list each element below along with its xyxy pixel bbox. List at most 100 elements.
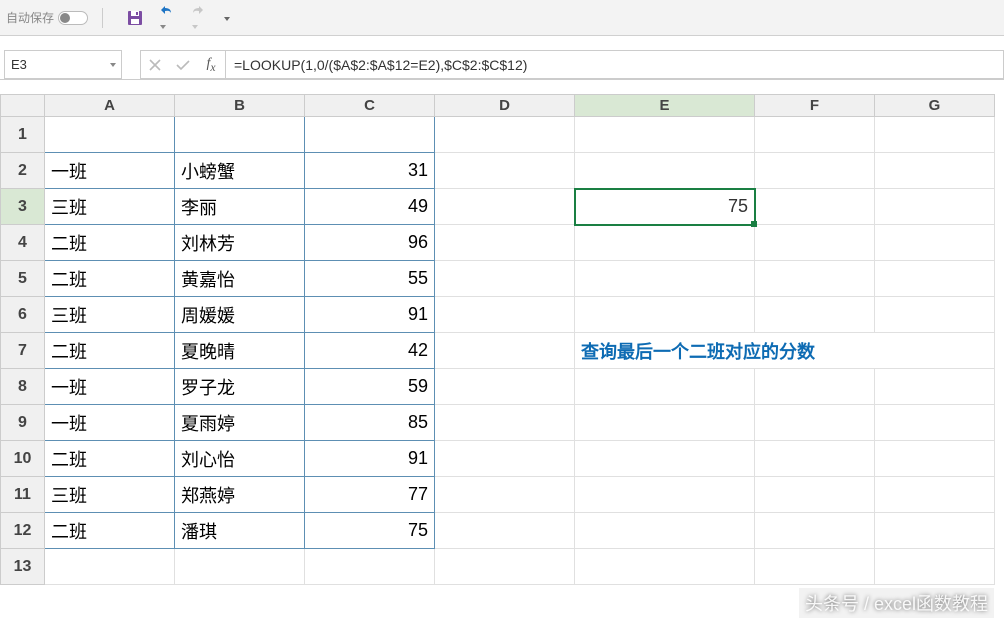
cell-A13[interactable]	[45, 549, 175, 585]
cell-D8[interactable]	[435, 369, 575, 405]
row-header-3[interactable]: 3	[1, 189, 45, 225]
cell-B2[interactable]: 小螃蟹	[175, 153, 305, 189]
cell-C8[interactable]: 59	[305, 369, 435, 405]
cell-E2[interactable]: 二班	[575, 153, 755, 189]
spreadsheet-grid[interactable]: A B C D E F G 1 班级 姓名 分数 2 一班 小螃蟹 31 二班 …	[0, 94, 1004, 585]
col-header-A[interactable]: A	[45, 95, 175, 117]
cell-B5[interactable]: 黄嘉怡	[175, 261, 305, 297]
cell-C10[interactable]: 91	[305, 441, 435, 477]
name-box[interactable]: E3	[4, 50, 122, 79]
cell-F2[interactable]	[755, 153, 875, 189]
cell-C6[interactable]: 91	[305, 297, 435, 333]
cell-A3[interactable]: 三班	[45, 189, 175, 225]
cell-A11[interactable]: 三班	[45, 477, 175, 513]
cell-D9[interactable]	[435, 405, 575, 441]
cell-B3[interactable]: 李丽	[175, 189, 305, 225]
cell-C7[interactable]: 42	[305, 333, 435, 369]
cell-B13[interactable]	[175, 549, 305, 585]
row-header-11[interactable]: 11	[1, 477, 45, 513]
row-header-6[interactable]: 6	[1, 297, 45, 333]
cell-E13[interactable]	[575, 549, 755, 585]
col-header-E[interactable]: E	[575, 95, 755, 117]
cell-F11[interactable]	[755, 477, 875, 513]
cell-F4[interactable]	[755, 225, 875, 261]
cell-E3[interactable]: 75	[575, 189, 755, 225]
cell-C4[interactable]: 96	[305, 225, 435, 261]
cell-G4[interactable]	[875, 225, 995, 261]
cell-D12[interactable]	[435, 513, 575, 549]
cell-E1[interactable]	[575, 117, 755, 153]
cell-D11[interactable]	[435, 477, 575, 513]
cell-E5[interactable]	[575, 261, 755, 297]
undo-button[interactable]	[157, 2, 175, 34]
cell-B1[interactable]: 姓名	[175, 117, 305, 153]
cell-D6[interactable]	[435, 297, 575, 333]
cell-A2[interactable]: 一班	[45, 153, 175, 189]
cell-G13[interactable]	[875, 549, 995, 585]
col-header-G[interactable]: G	[875, 95, 995, 117]
note-text[interactable]: 查询最后一个二班对应的分数	[575, 333, 995, 369]
cell-C3[interactable]: 49	[305, 189, 435, 225]
cancel-button[interactable]	[141, 59, 169, 71]
cell-E4[interactable]	[575, 225, 755, 261]
cell-G3[interactable]	[875, 189, 995, 225]
cell-C13[interactable]	[305, 549, 435, 585]
row-header-10[interactable]: 10	[1, 441, 45, 477]
cell-D4[interactable]	[435, 225, 575, 261]
cell-E12[interactable]	[575, 513, 755, 549]
cell-B8[interactable]: 罗子龙	[175, 369, 305, 405]
cell-A8[interactable]: 一班	[45, 369, 175, 405]
cell-C1[interactable]: 分数	[305, 117, 435, 153]
row-header-13[interactable]: 13	[1, 549, 45, 585]
cell-C2[interactable]: 31	[305, 153, 435, 189]
cell-F10[interactable]	[755, 441, 875, 477]
cell-G12[interactable]	[875, 513, 995, 549]
cell-A10[interactable]: 二班	[45, 441, 175, 477]
cell-C5[interactable]: 55	[305, 261, 435, 297]
cell-B6[interactable]: 周媛媛	[175, 297, 305, 333]
row-header-5[interactable]: 5	[1, 261, 45, 297]
cell-E10[interactable]	[575, 441, 755, 477]
cell-F13[interactable]	[755, 549, 875, 585]
cell-D3[interactable]	[435, 189, 575, 225]
cell-A12[interactable]: 二班	[45, 513, 175, 549]
row-header-1[interactable]: 1	[1, 117, 45, 153]
row-header-7[interactable]: 7	[1, 333, 45, 369]
cell-G2[interactable]	[875, 153, 995, 189]
insert-function-button[interactable]: fx	[197, 56, 225, 74]
cell-D5[interactable]	[435, 261, 575, 297]
col-header-C[interactable]: C	[305, 95, 435, 117]
cell-B12[interactable]: 潘琪	[175, 513, 305, 549]
cell-B10[interactable]: 刘心怡	[175, 441, 305, 477]
cell-C12[interactable]: 75	[305, 513, 435, 549]
cell-E9[interactable]	[575, 405, 755, 441]
cell-C11[interactable]: 77	[305, 477, 435, 513]
cell-A1[interactable]: 班级	[45, 117, 175, 153]
cell-D1[interactable]	[435, 117, 575, 153]
cell-F3[interactable]	[755, 189, 875, 225]
col-header-F[interactable]: F	[755, 95, 875, 117]
cell-C9[interactable]: 85	[305, 405, 435, 441]
cell-A5[interactable]: 二班	[45, 261, 175, 297]
cell-A7[interactable]: 二班	[45, 333, 175, 369]
cell-G10[interactable]	[875, 441, 995, 477]
row-header-4[interactable]: 4	[1, 225, 45, 261]
cell-F12[interactable]	[755, 513, 875, 549]
cell-F5[interactable]	[755, 261, 875, 297]
cell-F9[interactable]	[755, 405, 875, 441]
col-header-D[interactable]: D	[435, 95, 575, 117]
cell-G11[interactable]	[875, 477, 995, 513]
autosave-toggle[interactable]: 自动保存	[6, 9, 88, 26]
cell-B4[interactable]: 刘林芳	[175, 225, 305, 261]
row-header-8[interactable]: 8	[1, 369, 45, 405]
cell-F6[interactable]	[755, 297, 875, 333]
row-header-12[interactable]: 12	[1, 513, 45, 549]
customize-qat-button[interactable]	[221, 10, 230, 26]
cell-E8[interactable]	[575, 369, 755, 405]
cell-B11[interactable]: 郑燕婷	[175, 477, 305, 513]
enter-button[interactable]	[169, 59, 197, 71]
select-all-corner[interactable]	[1, 95, 45, 117]
cell-G9[interactable]	[875, 405, 995, 441]
col-header-B[interactable]: B	[175, 95, 305, 117]
cell-E6[interactable]	[575, 297, 755, 333]
